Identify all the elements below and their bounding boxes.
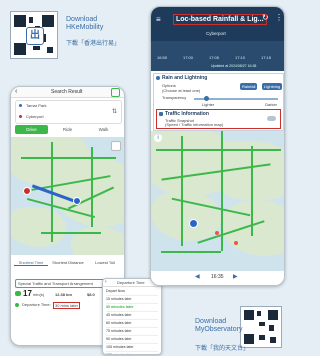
hkemobility-app-name: HKeMobility <box>66 24 104 31</box>
tab-shortest-distance[interactable]: Shortest Distance <box>51 260 85 265</box>
swap-icon[interactable]: ⇅ <box>112 108 117 115</box>
departure-time-value[interactable]: 30 mins later <box>53 302 80 309</box>
tab-lowest-toll-label: Lowest Toll <box>95 260 115 265</box>
duration-value: 17 <box>23 289 32 298</box>
timeline-tick-label: 17:05 <box>209 55 220 60</box>
updated-timestamp: Updated at 2024/08/27 16:38 <box>211 64 257 68</box>
myobservatory-phone-screen: ≡ Loc-based Rainfall & Lig... ↻ ⋮ Cyberp… <box>150 6 285 286</box>
mode-ride-label: Ride <box>62 127 73 132</box>
departure-time-popup: ‹ Departure Time Depart Now 15 minutes la… <box>102 278 162 355</box>
destination-field[interactable]: Cyberport <box>26 114 44 119</box>
mode-drive-button[interactable]: Drive <box>15 125 48 134</box>
hkemobility-download-label: Download <box>66 16 98 23</box>
options-sublabel: (Choose at least one) <box>162 88 201 93</box>
car-icon <box>15 291 21 296</box>
traffic-icon <box>159 112 163 116</box>
transparency-slider[interactable] <box>194 96 278 101</box>
lightning-marker <box>215 231 219 235</box>
playback-time: 16:35 <box>211 274 224 280</box>
slider-lighter-label: Lighter <box>202 102 215 107</box>
rewind-icon[interactable]: ◀ <box>195 273 200 280</box>
locate-me-icon[interactable] <box>111 141 121 151</box>
lightning-chip-label: Lightning <box>264 84 281 89</box>
lightning-marker <box>234 241 238 245</box>
myobservatory-download-zh[interactable]: 下載「我的天文台」 <box>195 343 249 352</box>
hkemobility-download-zh[interactable]: 下載「香港出行易」 <box>66 38 120 47</box>
search-result-title: Search Result <box>51 89 83 95</box>
departure-option[interactable]: 45 minutes later <box>106 312 158 320</box>
rainfall-chip[interactable]: Rainfall <box>240 83 258 90</box>
mode-drive-label: Drive <box>26 127 37 132</box>
departure-time-label: Departure Time: <box>22 302 51 307</box>
timeline-bar[interactable]: 16:55 17:00 17:05 17:10 17:15 Updated at 202… <box>151 41 284 71</box>
info-icon[interactable]: i <box>154 134 162 142</box>
origin-field[interactable]: Tamar Park <box>26 103 46 108</box>
location-label: Cyberport <box>206 31 226 36</box>
end-marker-icon <box>23 187 31 195</box>
destination-pin-icon <box>19 115 22 118</box>
mode-walk-button[interactable]: Walk <box>87 125 120 134</box>
popup-title: Departure Time <box>117 280 145 285</box>
duration-unit: min(s) <box>33 292 45 297</box>
popup-back-icon[interactable]: ‹ <box>105 279 107 285</box>
myobservatory-qr-code <box>240 306 282 348</box>
tab-shortest-distance-label: Shortest Distance <box>52 260 84 265</box>
rainfall-chip-label: Rainfall <box>242 84 256 89</box>
refresh-icon[interactable]: ↻ <box>262 13 269 22</box>
special-arrangement-label: Special Traffic and Transport Arrangemen… <box>18 281 93 286</box>
play-icon[interactable]: ▶ <box>233 273 238 280</box>
clock-icon <box>15 303 19 307</box>
route-map[interactable] <box>11 137 124 255</box>
menu-icon[interactable]: ≡ <box>156 15 161 24</box>
weather-traffic-map[interactable]: i <box>151 131 284 271</box>
hkemobility-qr-code: 出 <box>10 11 58 59</box>
departure-option[interactable]: 90 minutes later <box>106 336 158 344</box>
back-arrow-icon[interactable]: ‹ <box>15 88 17 95</box>
traffic-toggle[interactable] <box>267 116 276 121</box>
origin-pin-icon <box>19 104 22 107</box>
rain-lightning-icon <box>156 76 160 80</box>
distance-value: 12.38 km <box>55 292 72 297</box>
departure-option[interactable]: 105 minutes later <box>106 344 158 352</box>
settings-panel: Rain and Lightning Options (Choose at le… <box>153 73 284 131</box>
more-options-icon[interactable]: ⋮ <box>275 13 283 22</box>
tab-lowest-toll[interactable]: Lowest Toll <box>88 260 122 265</box>
traffic-info-section[interactable]: Traffic Information Traffic Snapshot (Sp… <box>156 109 281 129</box>
hkemobility-logo-icon: 出 <box>26 27 44 45</box>
myobservatory-app-name: MyObservatory <box>195 326 243 333</box>
tab-shortest-time-label: Shortest Time <box>18 260 44 265</box>
timeline-tick-label: 17:10 <box>235 55 246 60</box>
map-toggle-icon[interactable] <box>111 88 120 97</box>
start-marker-icon <box>73 197 81 205</box>
current-location-icon <box>189 219 198 228</box>
route-input-box: Tamar Park Cyberport ⇅ <box>15 100 122 124</box>
myobservatory-download-label: Download <box>195 318 227 325</box>
departure-option[interactable]: 75 minutes later <box>106 328 158 336</box>
timeline-tick-label: 17:00 <box>183 55 194 60</box>
tab-shortest-time[interactable]: Shortest Time <box>14 260 48 266</box>
departure-option[interactable]: 60 minutes later <box>106 320 158 328</box>
traffic-snapshot-sublabel: (Speed / Traffic information map) <box>165 122 224 127</box>
slider-darker-label: Darker <box>265 102 278 107</box>
page-title: Loc-based Rainfall & Lig... <box>173 14 267 25</box>
lightning-chip[interactable]: Lightning <box>262 83 283 90</box>
mode-walk-label: Walk <box>98 127 109 132</box>
timeline-tick-label: 16:55 <box>157 55 168 60</box>
departure-option[interactable]: 30 minutes later <box>106 304 158 312</box>
departure-option[interactable]: Depart Now <box>106 288 158 296</box>
timeline-tick-label: 17:15 <box>261 55 272 60</box>
departure-option[interactable]: 120 minutes later <box>106 352 158 354</box>
mode-ride-button[interactable]: Ride <box>51 125 84 134</box>
traffic-info-heading: Traffic Information <box>165 111 209 117</box>
departure-option[interactable]: 15 minutes later <box>106 296 158 304</box>
rain-lightning-heading: Rain and Lightning <box>162 75 208 81</box>
transparency-slider-thumb[interactable] <box>204 96 209 101</box>
toll-value: $8.0 <box>87 292 95 297</box>
transparency-label: Transparency <box>162 95 187 100</box>
